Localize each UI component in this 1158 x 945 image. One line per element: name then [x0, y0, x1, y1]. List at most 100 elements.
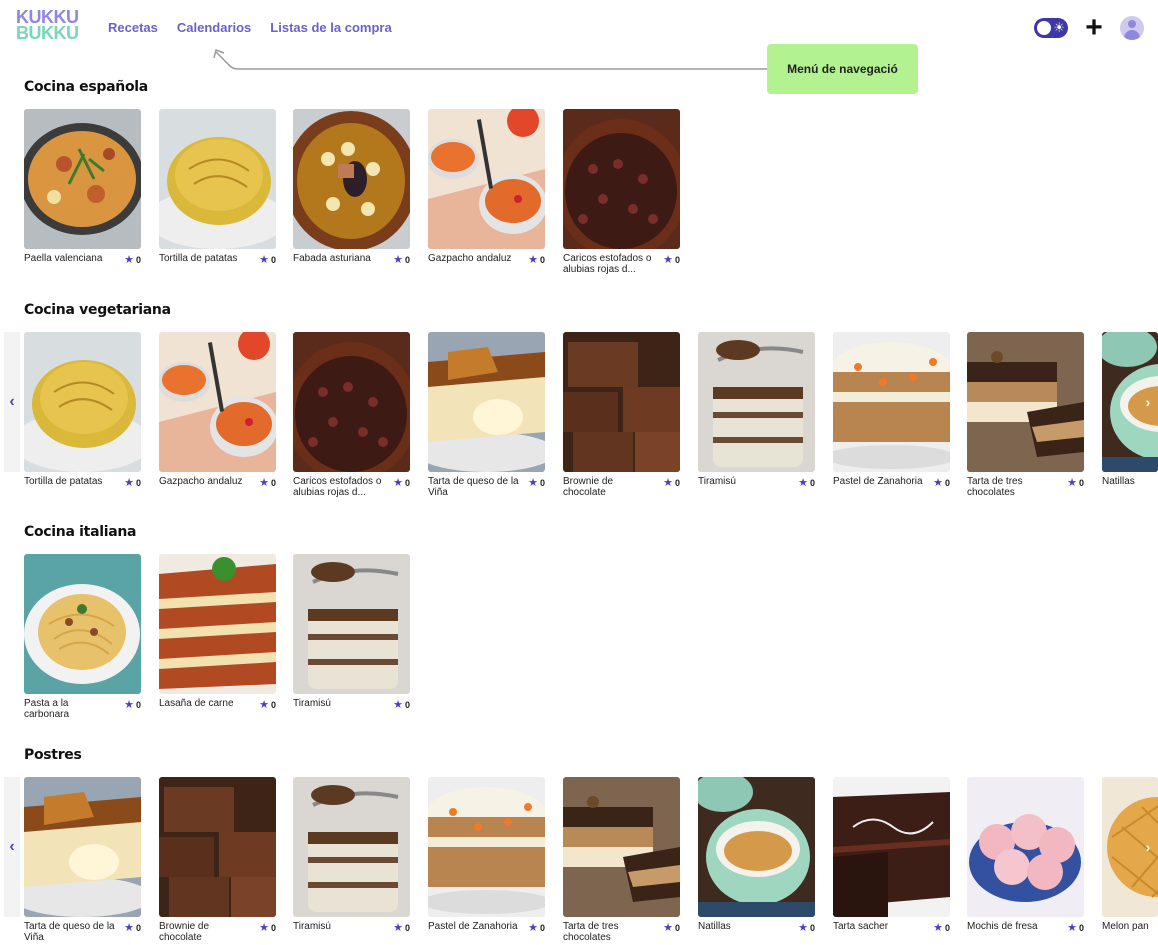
recipe-image[interactable] [159, 109, 276, 249]
recipe-card[interactable]: Caricos estofados o alubias rojas d... ★ 0 [563, 109, 680, 281]
recipe-name[interactable]: Tiramisú [293, 698, 385, 709]
recipe-image[interactable] [563, 777, 680, 917]
recipe-name[interactable]: Fabada asturiana [293, 253, 385, 264]
recipe-card[interactable]: Natillas ★ 0 [698, 777, 815, 945]
recipe-card[interactable]: Tarta de queso de la Viña ★ 0 [24, 777, 141, 945]
recipe-caption: Tarta de queso de la Viña ★ 0 [428, 476, 545, 504]
recipe-image[interactable] [833, 777, 950, 917]
recipe-image[interactable] [159, 554, 276, 694]
recipe-rating: ★ 0 [124, 698, 141, 711]
recipe-card[interactable]: Tortilla de patatas ★ 0 [159, 109, 276, 281]
recipe-image[interactable] [24, 777, 141, 917]
rating-value: 0 [270, 922, 276, 933]
recipe-image[interactable] [428, 777, 545, 917]
recipe-image[interactable] [293, 554, 410, 694]
star-icon: ★ [663, 254, 673, 266]
recipe-card[interactable]: Pastel de Zanahoria ★ 0 [833, 332, 950, 504]
recipe-image[interactable] [967, 777, 1084, 917]
recipe-image[interactable] [293, 109, 410, 249]
recipe-image[interactable] [833, 332, 950, 472]
recipe-card[interactable]: Tarta de tres chocolates ★ 0 [563, 777, 680, 945]
recipe-caption: Tarta de tres chocolates ★ 0 [967, 476, 1084, 504]
recipe-name[interactable]: Tarta de tres chocolates [967, 476, 1059, 498]
recipe-name[interactable]: Tarta de queso de la Viña [24, 921, 116, 943]
recipe-name[interactable]: Tiramisú [698, 476, 790, 487]
recipe-name[interactable]: Natillas [698, 921, 790, 932]
star-icon: ★ [933, 477, 943, 489]
recipe-card[interactable]: Pastel de Zanahoria ★ 0 [428, 777, 545, 945]
carousel-next-button[interactable]: › [1142, 777, 1154, 917]
recipe-name[interactable]: Tiramisú [293, 921, 385, 932]
recipe-name[interactable]: Pastel de Zanahoria [428, 921, 520, 932]
rating-value: 0 [135, 477, 141, 488]
recipe-card[interactable]: Gazpacho andaluz ★ 0 [428, 109, 545, 281]
recipe-image[interactable] [563, 332, 680, 472]
recipe-card[interactable]: Lasaña de carne ★ 0 [159, 554, 276, 726]
recipe-rating: ★ 0 [798, 476, 815, 489]
recipe-name[interactable]: Brownie de chocolate [563, 476, 655, 498]
recipe-name[interactable]: Gazpacho andaluz [428, 253, 520, 264]
carousel-prev-button[interactable]: ‹ [4, 777, 20, 917]
recipe-card[interactable]: Tiramisú ★ 0 [293, 777, 410, 945]
recipe-name[interactable]: Tarta de tres chocolates [563, 921, 655, 943]
star-icon: ★ [528, 254, 538, 266]
recipe-name[interactable]: Tortilla de patatas [24, 476, 116, 487]
recipe-card[interactable]: Brownie de chocolate ★ 0 [563, 332, 680, 504]
recipe-card[interactable]: Tarta de queso de la Viña ★ 0 [428, 332, 545, 504]
recipe-name[interactable]: Tarta sacher [833, 921, 925, 932]
rating-value: 0 [674, 922, 680, 933]
recipe-name[interactable]: Melon pan [1102, 921, 1158, 932]
recipe-rating: ★ 0 [259, 698, 276, 711]
recipe-image[interactable] [428, 332, 545, 472]
recipe-name[interactable]: Mochis de fresa [967, 921, 1059, 932]
recipe-rating: ★ 0 [933, 476, 950, 489]
annotation-tooltip: Menú de navegació [767, 44, 918, 94]
recipe-image[interactable] [24, 554, 141, 694]
recipe-card[interactable]: Gazpacho andaluz ★ 0 [159, 332, 276, 504]
recipe-name[interactable]: Paella valenciana [24, 253, 116, 264]
recipe-name[interactable]: Caricos estofados o alubias rojas d... [293, 476, 385, 498]
star-icon: ★ [259, 477, 269, 489]
recipe-card[interactable]: Tiramisú ★ 0 [293, 554, 410, 726]
recipe-image[interactable] [293, 777, 410, 917]
carousel-prev-button[interactable]: ‹ [4, 332, 20, 472]
recipe-caption: Paella valenciana ★ 0 [24, 253, 141, 281]
recipe-image[interactable] [563, 109, 680, 249]
recipe-name[interactable]: Caricos estofados o alubias rojas d... [563, 253, 655, 275]
recipe-image[interactable] [698, 777, 815, 917]
recipe-image[interactable] [159, 332, 276, 472]
recipe-card[interactable]: Tiramisú ★ 0 [698, 332, 815, 504]
recipe-caption: Tiramisú ★ 0 [293, 698, 410, 726]
recipe-name[interactable]: Lasaña de carne [159, 698, 251, 709]
star-icon: ★ [124, 254, 134, 266]
recipe-name[interactable]: Tarta de queso de la Viña [428, 476, 520, 498]
recipe-image[interactable] [159, 777, 276, 917]
recipe-name[interactable]: Pasta a la carbonara [24, 698, 116, 720]
recipe-image[interactable] [428, 109, 545, 249]
carousel-next-button[interactable]: › [1142, 332, 1154, 472]
recipe-image[interactable] [24, 109, 141, 249]
rating-value: 0 [539, 922, 545, 933]
recipe-name[interactable]: Tortilla de patatas [159, 253, 251, 264]
recipe-name[interactable]: Brownie de chocolate [159, 921, 251, 943]
recipe-card[interactable]: Tortilla de patatas ★ 0 [24, 332, 141, 504]
recipe-rating: ★ 0 [528, 476, 545, 489]
recipe-image[interactable] [698, 332, 815, 472]
recipe-card[interactable]: Tarta de tres chocolates ★ 0 [967, 332, 1084, 504]
recipe-card[interactable]: Paella valenciana ★ 0 [24, 109, 141, 281]
recipe-card[interactable]: Pasta a la carbonara ★ 0 [24, 554, 141, 726]
recipe-image[interactable] [967, 332, 1084, 472]
recipe-name[interactable]: Gazpacho andaluz [159, 476, 251, 487]
recipe-caption: Mochis de fresa ★ 0 [967, 921, 1084, 945]
star-icon: ★ [124, 699, 134, 711]
recipe-name[interactable]: Natillas [1102, 476, 1158, 487]
recipe-card[interactable]: Tarta sacher ★ 0 [833, 777, 950, 945]
section-title: Cocina española [24, 79, 148, 95]
recipe-name[interactable]: Pastel de Zanahoria [833, 476, 925, 487]
recipe-image[interactable] [293, 332, 410, 472]
recipe-card[interactable]: Brownie de chocolate ★ 0 [159, 777, 276, 945]
recipe-card[interactable]: Fabada asturiana ★ 0 [293, 109, 410, 281]
recipe-card[interactable]: Caricos estofados o alubias rojas d... ★ 0 [293, 332, 410, 504]
recipe-image[interactable] [24, 332, 141, 472]
recipe-card[interactable]: Mochis de fresa ★ 0 [967, 777, 1084, 945]
